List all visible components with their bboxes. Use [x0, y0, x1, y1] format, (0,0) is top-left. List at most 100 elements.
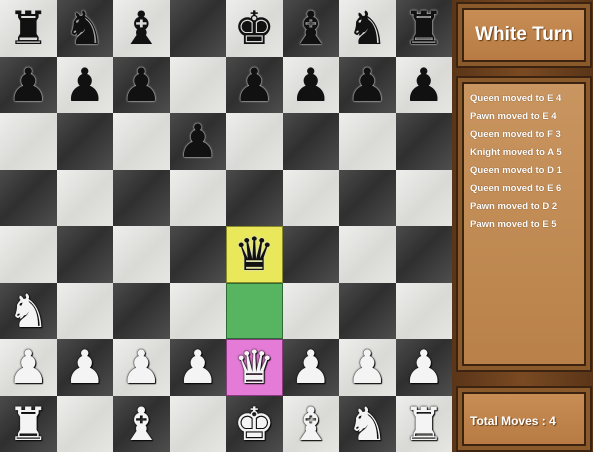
white-pawn-piece[interactable]: ♟ — [347, 344, 388, 390]
square-c7[interactable]: ♟ — [113, 56, 170, 113]
square-a6[interactable] — [0, 113, 57, 170]
square-f3[interactable] — [282, 282, 339, 339]
square-b1[interactable] — [56, 395, 113, 452]
square-f6[interactable] — [282, 113, 339, 170]
square-b8[interactable]: ♞ — [56, 0, 113, 57]
square-b2[interactable]: ♟ — [56, 339, 113, 396]
white-pawn-piece[interactable]: ♟ — [121, 344, 162, 390]
square-a3[interactable]: ♞ — [0, 282, 57, 339]
black-pawn-piece[interactable]: ♟ — [8, 62, 49, 108]
black-pawn-piece[interactable]: ♟ — [290, 62, 331, 108]
square-g2[interactable]: ♟ — [339, 339, 396, 396]
black-rook-piece[interactable]: ♜ — [8, 5, 49, 51]
square-f2[interactable]: ♟ — [282, 339, 339, 396]
black-rook-piece[interactable]: ♜ — [403, 5, 444, 51]
square-h4[interactable] — [395, 226, 452, 283]
square-d6[interactable]: ♟ — [169, 113, 226, 170]
square-g1[interactable]: ♞ — [339, 395, 396, 452]
white-king-piece[interactable]: ♚ — [234, 401, 275, 447]
square-b5[interactable] — [56, 169, 113, 226]
square-e2[interactable]: ♛ — [226, 339, 283, 396]
chess-board: ♜ ♞ ♝ ♚ ♝ ♞ ♜ ♟ ♟ ♟ ♟ ♟ ♟ ♟ ♟ ♛ ♞ ♟ ♟ ♟ ♟ ♛ ♟ ♟ ♟ ♜ ♝ ♚ ♝ ♞ ♜ — [0, 0, 452, 452]
white-pawn-piece[interactable]: ♟ — [290, 344, 331, 390]
square-a2[interactable]: ♟ — [0, 339, 57, 396]
square-g4[interactable] — [339, 226, 396, 283]
white-knight-piece[interactable]: ♞ — [347, 401, 388, 447]
square-g6[interactable] — [339, 113, 396, 170]
square-f1[interactable]: ♝ — [282, 395, 339, 452]
square-a4[interactable] — [0, 226, 57, 283]
white-pawn-piece[interactable]: ♟ — [403, 344, 444, 390]
square-b3[interactable] — [56, 282, 113, 339]
square-d5[interactable] — [169, 169, 226, 226]
move-log-entry: Queen moved to E 4 — [470, 93, 562, 104]
square-g3[interactable] — [339, 282, 396, 339]
square-c6[interactable] — [113, 113, 170, 170]
square-h1[interactable]: ♜ — [395, 395, 452, 452]
square-d3[interactable] — [169, 282, 226, 339]
square-c3[interactable] — [113, 282, 170, 339]
square-c4[interactable] — [113, 226, 170, 283]
black-pawn-piece[interactable]: ♟ — [403, 62, 444, 108]
square-d2[interactable]: ♟ — [169, 339, 226, 396]
black-bishop-piece[interactable]: ♝ — [290, 5, 331, 51]
square-h8[interactable]: ♜ — [395, 0, 452, 57]
black-king-piece[interactable]: ♚ — [234, 5, 275, 51]
square-d4[interactable] — [169, 226, 226, 283]
move-log-entry: Pawn moved to E 5 — [470, 219, 557, 230]
black-knight-piece[interactable]: ♞ — [64, 5, 105, 51]
square-e8[interactable]: ♚ — [226, 0, 283, 57]
white-pawn-piece[interactable]: ♟ — [177, 344, 218, 390]
square-h7[interactable]: ♟ — [395, 56, 452, 113]
square-g5[interactable] — [339, 169, 396, 226]
white-rook-piece[interactable]: ♜ — [403, 401, 444, 447]
move-log-entry: Pawn moved to E 4 — [470, 111, 557, 122]
square-d1[interactable] — [169, 395, 226, 452]
square-c2[interactable]: ♟ — [113, 339, 170, 396]
square-h2[interactable]: ♟ — [395, 339, 452, 396]
square-d8[interactable] — [169, 0, 226, 57]
square-h5[interactable] — [395, 169, 452, 226]
square-a5[interactable] — [0, 169, 57, 226]
square-f4[interactable] — [282, 226, 339, 283]
black-queen-piece[interactable]: ♛ — [234, 231, 275, 277]
square-g8[interactable]: ♞ — [339, 0, 396, 57]
square-h6[interactable] — [395, 113, 452, 170]
white-bishop-piece[interactable]: ♝ — [121, 401, 162, 447]
black-knight-piece[interactable]: ♞ — [347, 5, 388, 51]
black-pawn-piece[interactable]: ♟ — [347, 62, 388, 108]
square-g7[interactable]: ♟ — [339, 56, 396, 113]
square-e7[interactable]: ♟ — [226, 56, 283, 113]
total-moves-label: Total Moves : 4 — [470, 414, 556, 428]
square-e1[interactable]: ♚ — [226, 395, 283, 452]
square-e6[interactable] — [226, 113, 283, 170]
square-f8[interactable]: ♝ — [282, 0, 339, 57]
square-c5[interactable] — [113, 169, 170, 226]
white-pawn-piece[interactable]: ♟ — [8, 344, 49, 390]
black-bishop-piece[interactable]: ♝ — [121, 5, 162, 51]
white-queen-piece[interactable]: ♛ — [234, 344, 275, 390]
square-c1[interactable]: ♝ — [113, 395, 170, 452]
white-bishop-piece[interactable]: ♝ — [290, 401, 331, 447]
square-e3[interactable] — [226, 282, 283, 339]
square-e4[interactable]: ♛ — [226, 226, 283, 283]
black-pawn-piece[interactable]: ♟ — [177, 118, 218, 164]
square-f7[interactable]: ♟ — [282, 56, 339, 113]
square-a8[interactable]: ♜ — [0, 0, 57, 57]
square-d7[interactable] — [169, 56, 226, 113]
square-a1[interactable]: ♜ — [0, 395, 57, 452]
black-pawn-piece[interactable]: ♟ — [121, 62, 162, 108]
square-e5[interactable] — [226, 169, 283, 226]
square-b7[interactable]: ♟ — [56, 56, 113, 113]
square-f5[interactable] — [282, 169, 339, 226]
square-b6[interactable] — [56, 113, 113, 170]
black-pawn-piece[interactable]: ♟ — [64, 62, 105, 108]
white-pawn-piece[interactable]: ♟ — [64, 344, 105, 390]
white-rook-piece[interactable]: ♜ — [8, 401, 49, 447]
black-pawn-piece[interactable]: ♟ — [234, 62, 275, 108]
square-a7[interactable]: ♟ — [0, 56, 57, 113]
white-knight-piece[interactable]: ♞ — [8, 288, 49, 334]
square-c8[interactable]: ♝ — [113, 0, 170, 57]
square-h3[interactable] — [395, 282, 452, 339]
square-b4[interactable] — [56, 226, 113, 283]
